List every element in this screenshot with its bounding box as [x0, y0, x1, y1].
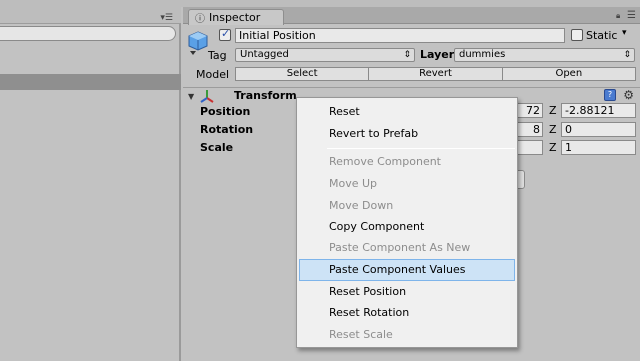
window-menu-icon[interactable]: ☰ — [627, 10, 636, 21]
menu-item-move-down: Move Down — [329, 199, 394, 212]
model-select-button[interactable]: Select — [235, 67, 370, 81]
tab-inspector[interactable]: ⓘ Inspector — [188, 9, 284, 25]
menu-item-paste-component-as-new: Paste Component As New — [329, 241, 471, 254]
gear-icon[interactable]: ⚙ — [623, 88, 634, 102]
position-z-field[interactable]: -2.88121 — [561, 103, 636, 118]
menu-separator — [327, 148, 515, 149]
menu-item-revert-to-prefab[interactable]: Revert to Prefab — [297, 123, 517, 145]
menu-item-paste-component-values[interactable]: Paste Component Values — [299, 259, 515, 281]
help-icon[interactable]: ? — [604, 89, 616, 101]
foldout-arrow-icon[interactable]: ▼ — [188, 92, 194, 101]
position-z-label: Z — [549, 104, 557, 117]
hierarchy-selected-row[interactable] — [0, 74, 181, 90]
transform-axes-icon — [200, 90, 214, 103]
hierarchy-tab-bar: ▾☰ — [0, 7, 181, 24]
scale-label: Scale — [200, 141, 234, 154]
component-title: Transform — [234, 89, 297, 102]
hierarchy-panel: ▾☰ — [0, 7, 181, 361]
model-open-button[interactable]: Open — [501, 67, 636, 81]
window-menu-icon[interactable]: ▾☰ — [160, 13, 173, 23]
model-revert-button[interactable]: Revert — [368, 67, 503, 81]
tag-dropdown[interactable]: Untagged ⇕ — [235, 48, 415, 62]
info-icon: ⓘ — [195, 14, 205, 25]
static-checkbox[interactable] — [571, 29, 583, 41]
dropdown-arrow-icon: ⇕ — [623, 50, 631, 60]
model-button-group: Select Revert Open — [235, 67, 636, 82]
game-object-icon — [188, 31, 208, 55]
layer-dropdown[interactable]: dummies ⇕ — [454, 48, 635, 62]
scale-z-field[interactable]: 1 — [561, 140, 636, 155]
menu-item-copy-component[interactable]: Copy Component — [297, 216, 517, 238]
tag-dropdown-value: Untagged — [240, 49, 289, 60]
menu-item-reset[interactable]: Reset — [297, 101, 517, 123]
static-label: Static — [586, 29, 618, 42]
inspector-tab-bar: ⓘ Inspector 🔒︎ ☰ — [183, 7, 640, 25]
rotation-z-field[interactable]: 0 — [561, 122, 636, 137]
scale-z-label: Z — [549, 141, 557, 154]
hierarchy-search-input[interactable] — [0, 26, 176, 41]
tag-label: Tag — [208, 49, 227, 62]
tab-inspector-label: Inspector — [209, 11, 261, 24]
menu-item-remove-component: Remove Component — [329, 155, 441, 168]
menu-item-reset-scale: Reset Scale — [329, 328, 393, 341]
menu-item-reset-rotation[interactable]: Reset Rotation — [297, 302, 517, 324]
static-dropdown-arrow-icon[interactable]: ▾ — [622, 28, 627, 38]
menu-item-move-up: Move Up — [329, 177, 378, 190]
window-top-strip — [0, 0, 640, 7]
lock-icon[interactable]: 🔒︎ — [616, 11, 624, 20]
layer-label: Layer — [420, 48, 455, 61]
object-name-field[interactable]: Initial Position — [235, 28, 565, 43]
position-label: Position — [200, 105, 251, 118]
model-label: Model — [196, 68, 230, 81]
dropdown-arrow-icon: ⇕ — [403, 50, 411, 60]
component-context-menu: Reset Revert to Prefab Remove Component … — [296, 97, 518, 348]
rotation-label: Rotation — [200, 123, 254, 136]
menu-item-reset-position[interactable]: Reset Position — [297, 281, 517, 303]
rotation-z-label: Z — [549, 123, 557, 136]
object-active-checkbox[interactable] — [219, 27, 231, 41]
layer-dropdown-value: dummies — [459, 49, 506, 60]
